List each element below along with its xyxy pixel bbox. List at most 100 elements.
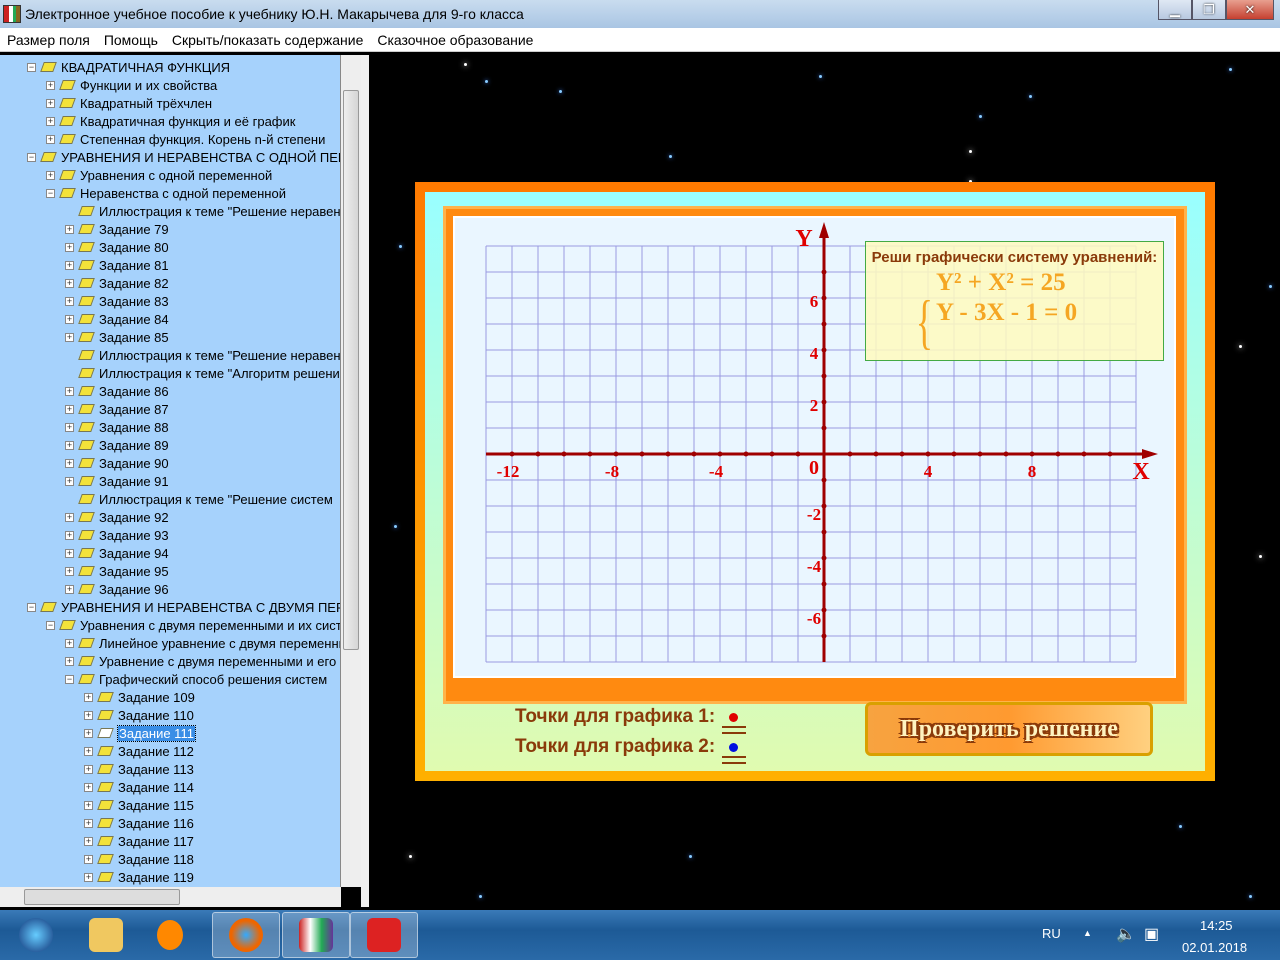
tree-item[interactable]: − Неравенства с одной переменной (46, 184, 286, 202)
expand-icon[interactable]: + (84, 710, 93, 720)
expand-icon[interactable]: + (65, 440, 74, 450)
expand-icon[interactable]: + (65, 404, 74, 414)
language-indicator[interactable]: RU (1042, 926, 1061, 941)
close-button[interactable]: ✕ (1226, 0, 1274, 20)
scrollbar-thumb[interactable] (343, 90, 359, 650)
expand-icon[interactable]: + (65, 332, 74, 342)
menu-help[interactable]: Помощь (97, 32, 165, 48)
collapse-icon[interactable]: − (65, 674, 74, 684)
tree-item[interactable]: + Задание 109 (84, 688, 195, 706)
tree-item[interactable]: + Задание 88 (65, 418, 169, 436)
expand-icon[interactable]: + (84, 782, 93, 792)
clock-time[interactable]: 14:25 (1200, 918, 1233, 933)
tree-item[interactable]: + Задание 80 (65, 238, 169, 256)
collapse-icon[interactable]: − (27, 152, 36, 162)
expand-icon[interactable]: + (84, 872, 93, 882)
tree-item[interactable]: + Задание 79 (65, 220, 169, 238)
tree-item[interactable]: Иллюстрация к теме "Решение неравенств (65, 346, 340, 364)
start-button[interactable] (2, 912, 70, 958)
tree-item[interactable]: + Квадратичная функция и её график (46, 112, 295, 130)
minimize-button[interactable]: ▁ (1158, 0, 1192, 20)
tree-item[interactable]: + Задание 114 (84, 778, 194, 796)
scrollbar-thumb[interactable] (24, 889, 180, 905)
tree-item[interactable]: + Задание 111 (84, 724, 196, 742)
tree-item[interactable]: − Графический способ решения систем (65, 670, 327, 688)
tree-item[interactable]: Иллюстрация к теме "Алгоритм решения (65, 364, 340, 382)
tree-item[interactable]: + Задание 119 (84, 868, 194, 886)
tree-item[interactable]: + Квадратный трёхчлен (46, 94, 212, 112)
expand-icon[interactable]: + (84, 836, 93, 846)
expand-icon[interactable]: + (65, 530, 74, 540)
tree-item[interactable]: + Задание 95 (65, 562, 169, 580)
expand-icon[interactable]: + (84, 800, 93, 810)
tree-item[interactable]: + Задание 86 (65, 382, 169, 400)
tree-item[interactable]: + Задание 93 (65, 526, 169, 544)
tree-item[interactable]: + Задание 85 (65, 328, 169, 346)
tree-item[interactable]: + Задание 82 (65, 274, 169, 292)
tree-item[interactable]: + Задание 87 (65, 400, 169, 418)
check-solution-button[interactable]: Проверить решение (865, 702, 1153, 756)
expand-icon[interactable]: + (65, 278, 74, 288)
tree-item[interactable]: + Задание 94 (65, 544, 169, 562)
expand-icon[interactable]: + (65, 314, 74, 324)
red-point-marker[interactable] (722, 712, 747, 734)
tree-item[interactable]: + Функции и их свойства (46, 76, 217, 94)
expand-icon[interactable]: + (65, 458, 74, 468)
tree-item[interactable]: + Задание 83 (65, 292, 169, 310)
textbook-app-taskbar-icon[interactable] (282, 912, 350, 958)
blue-point-marker[interactable] (722, 742, 747, 764)
expand-icon[interactable]: + (46, 170, 55, 180)
expand-icon[interactable]: + (84, 854, 93, 864)
clock-date[interactable]: 02.01.2018 (1182, 940, 1247, 955)
red-app-taskbar-icon[interactable] (350, 912, 418, 958)
tree-item[interactable]: + Задание 115 (84, 796, 194, 814)
tree-item[interactable]: + Задание 113 (84, 760, 194, 778)
tree-item[interactable]: + Задание 91 (65, 472, 169, 490)
expand-icon[interactable]: + (65, 512, 74, 522)
tree-item[interactable]: + Задание 96 (65, 580, 169, 598)
expand-icon[interactable]: + (65, 656, 74, 666)
tree-item[interactable]: + Задание 116 (84, 814, 194, 832)
collapse-icon[interactable]: − (46, 188, 55, 198)
tree-item[interactable]: + Задание 117 (84, 832, 194, 850)
collapse-icon[interactable]: − (27, 62, 36, 72)
tree-item[interactable]: − УРАВНЕНИЯ И НЕРАВЕНСТВА С ДВУМЯ ПЕРЕМЕН… (27, 598, 340, 616)
tree-item[interactable]: − Уравнения с двумя переменными и их сист… (46, 616, 340, 634)
tree-item[interactable]: Иллюстрация к теме "Решение систем (65, 490, 333, 508)
collapse-icon[interactable]: − (27, 602, 36, 612)
tree-item[interactable]: + Задание 90 (65, 454, 169, 472)
expand-icon[interactable]: + (65, 638, 74, 648)
tree-item[interactable]: − КВАДРАТИЧНАЯ ФУНКЦИЯ (27, 58, 230, 76)
media-player-taskbar-icon[interactable] (136, 912, 204, 958)
expand-icon[interactable]: + (46, 116, 55, 126)
expand-icon[interactable]: + (84, 746, 93, 756)
tree-item[interactable]: + Задание 89 (65, 436, 169, 454)
expand-icon[interactable]: + (84, 818, 93, 828)
show-hidden-icons[interactable]: ▲ (1083, 928, 1092, 938)
pane-splitter[interactable] (361, 55, 369, 907)
firefox-taskbar-icon[interactable] (212, 912, 280, 958)
expand-icon[interactable]: + (84, 764, 93, 774)
tree-item[interactable]: + Задание 112 (84, 742, 194, 760)
tree-item[interactable]: + Линейное уравнение с двумя переменными (65, 634, 340, 652)
tree-item[interactable]: + Задание 84 (65, 310, 169, 328)
expand-icon[interactable]: + (84, 692, 93, 702)
menu-toggle-contents[interactable]: Скрыть/показать содержание (165, 32, 370, 48)
expand-icon[interactable]: + (65, 422, 74, 432)
tree-item[interactable]: + Уравнение с двумя переменными и его гра… (65, 652, 340, 670)
tree-item[interactable]: + Задание 110 (84, 706, 194, 724)
explorer-taskbar-icon[interactable] (72, 912, 140, 958)
tree-item[interactable]: + Задание 81 (65, 256, 169, 274)
tree-item[interactable]: + Задание 118 (84, 850, 194, 868)
tree-vertical-scrollbar[interactable] (341, 55, 361, 887)
expand-icon[interactable]: + (46, 98, 55, 108)
expand-icon[interactable]: + (65, 476, 74, 486)
expand-icon[interactable]: + (46, 134, 55, 144)
tree-item[interactable]: + Уравнения с одной переменной (46, 166, 272, 184)
maximize-button[interactable]: ❐ (1192, 0, 1226, 20)
expand-icon[interactable]: + (65, 566, 74, 576)
menu-field-size[interactable]: Размер поля (0, 32, 97, 48)
expand-icon[interactable]: + (65, 260, 74, 270)
collapse-icon[interactable]: − (46, 620, 55, 630)
volume-icon[interactable]: 🔈 (1116, 924, 1136, 944)
